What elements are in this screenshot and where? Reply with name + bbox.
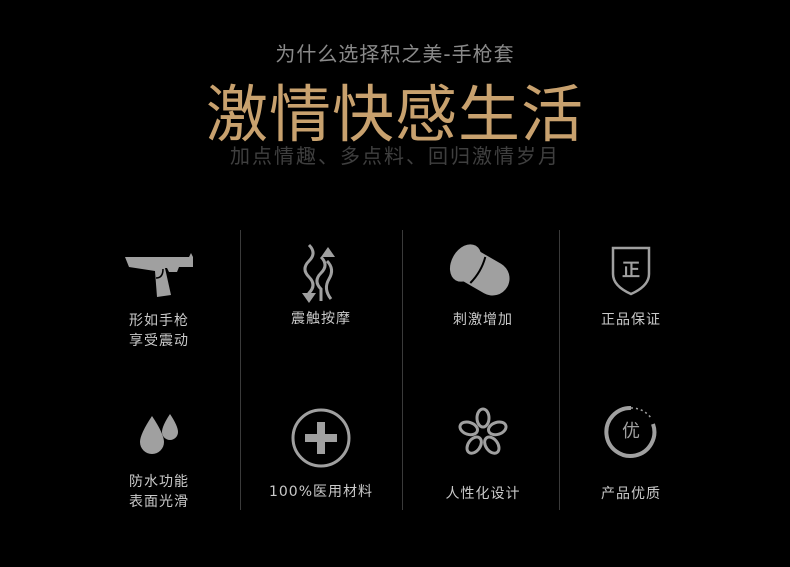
feature-waterproof: 防水功能 表面光滑: [89, 408, 229, 512]
feature-label: 正品保证: [601, 312, 661, 328]
feature-label: 刺激增加: [453, 312, 513, 328]
vibration-icon: [302, 243, 335, 303]
shield-badge-icon: 正: [611, 246, 651, 296]
feature-ergonomic-design: 人性化设计: [413, 406, 553, 504]
divider: [240, 230, 241, 510]
divider: [559, 230, 560, 510]
badge-text: 优: [622, 421, 640, 442]
feature-label: 产品优质: [601, 486, 661, 502]
medical-cross-icon: [291, 408, 351, 468]
badge-text: 正: [622, 260, 640, 281]
tagline: 加点情趣、多点料、回归激情岁月: [230, 144, 560, 168]
water-drops-icon: [140, 414, 178, 454]
quality-seal-icon: 优: [604, 405, 657, 458]
sleeve-icon: [449, 244, 510, 296]
feature-vibration-massage: 震触按摩: [251, 243, 391, 329]
subtitle: 为什么选择积之美-手枪套: [275, 42, 515, 66]
feature-stimulation: 刺激增加: [413, 242, 553, 330]
flower-icon: [458, 407, 508, 455]
feature-label: 人性化设计: [445, 486, 521, 502]
feature-genuine-guarantee: 正 正品保证: [561, 246, 701, 330]
feature-label: 防水功能: [129, 474, 189, 490]
feature-medical-material: 100%医用材料: [251, 406, 391, 502]
pistol-icon: [125, 253, 193, 297]
feature-label: 100%医用材料: [268, 484, 374, 500]
feature-label: 形如手枪: [129, 313, 189, 329]
feature-pistol-shape: 形如手枪 享受震动: [89, 245, 229, 351]
feature-label: 震触按摩: [291, 311, 351, 327]
feature-quality-product: 优 产品优质: [561, 402, 701, 504]
divider: [402, 230, 403, 510]
feature-label: 享受震动: [129, 333, 189, 349]
feature-label: 表面光滑: [129, 494, 189, 510]
